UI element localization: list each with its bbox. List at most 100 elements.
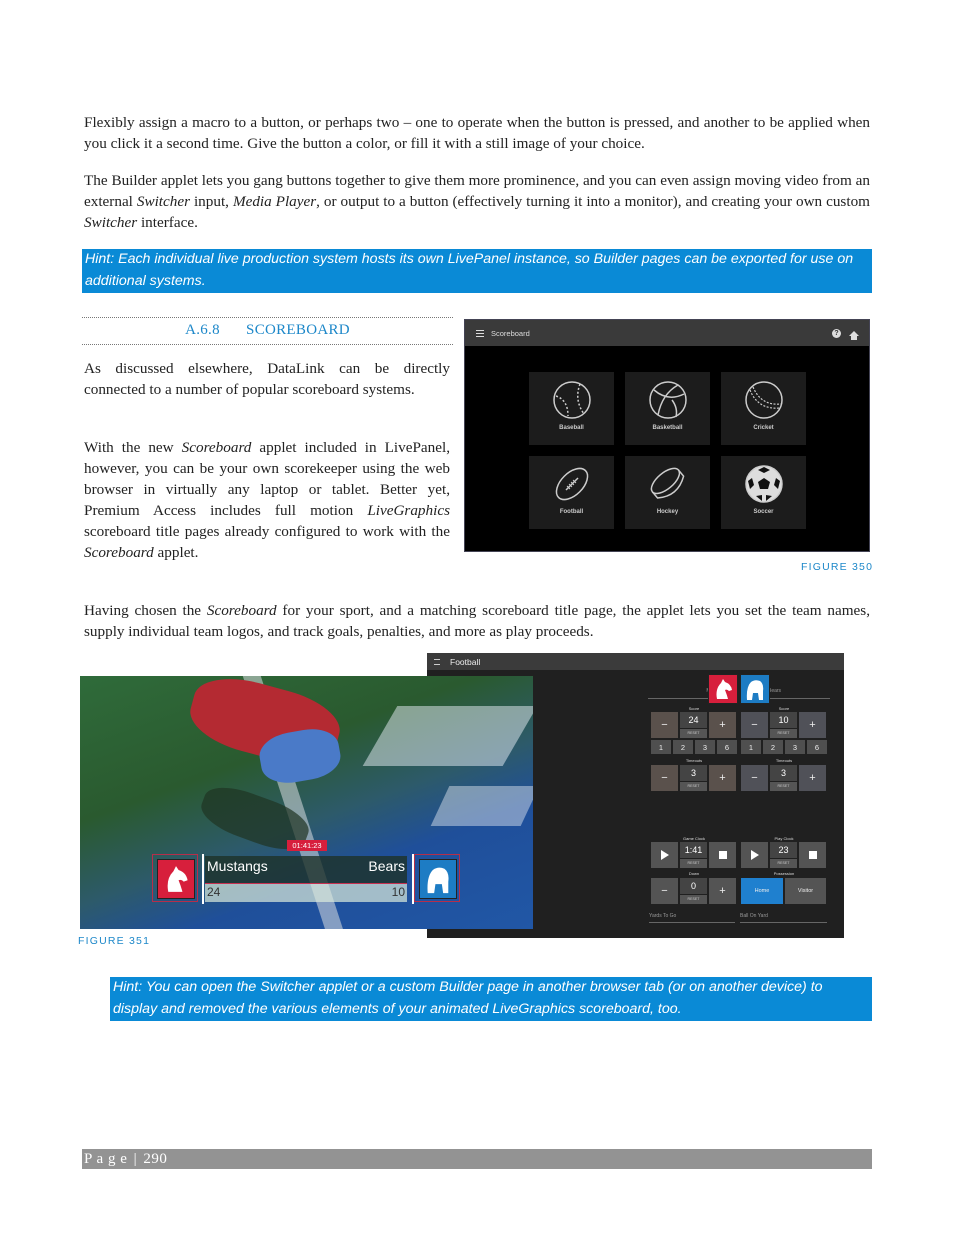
figure-351-caption: FIGURE 351 <box>78 935 151 947</box>
play-clock-play-button[interactable] <box>741 842 768 868</box>
away-team-logo[interactable] <box>740 674 770 704</box>
home-add-3-button[interactable]: 3 <box>695 740 715 754</box>
away-team-name-field[interactable]: Bears <box>768 688 830 699</box>
home-add-1-button[interactable]: 1 <box>651 740 671 754</box>
away-timeouts-plus-button[interactable]: + <box>799 765 826 791</box>
baseball-icon <box>552 381 591 419</box>
play-icon <box>660 850 669 860</box>
text-emphasis: Scoreboard <box>84 544 154 561</box>
play-clock-reset-button[interactable]: RESET <box>770 859 797 868</box>
game-clock-stop-button[interactable] <box>709 842 736 868</box>
home-score-minus-button[interactable]: − <box>651 712 678 738</box>
yards-to-go-field[interactable]: Yards To Go <box>649 913 735 923</box>
page-footer: P a g e | 290 <box>82 1149 872 1169</box>
home-timeouts-value: 3 <box>680 765 707 781</box>
hint-box-builder: Hint: Each individual live production sy… <box>82 249 872 293</box>
scoreboard-applet-screenshot: Scoreboard ? Baseball Basketball Cricket… <box>464 319 870 552</box>
away-add-3-button[interactable]: 3 <box>785 740 805 754</box>
sport-label: Baseball <box>559 425 584 431</box>
down-value: 0 <box>680 878 707 894</box>
sport-grid: Baseball Basketball Cricket Football Hoc… <box>529 372 806 529</box>
scorebug-away-frame <box>414 854 460 902</box>
scorebug-scores-row: 24 10 <box>205 884 407 902</box>
help-icon[interactable]: ? <box>832 328 841 338</box>
scorebug-away-team: Bears <box>368 858 405 874</box>
soccer-ball-icon <box>744 465 783 503</box>
home-score-plus-button[interactable]: + <box>709 712 736 738</box>
sport-tile-cricket[interactable]: Cricket <box>721 372 806 445</box>
down-reset-button[interactable]: RESET <box>680 895 707 904</box>
sport-tile-football[interactable]: Football <box>529 456 614 529</box>
stop-icon <box>718 851 727 859</box>
possession-visitor-button[interactable]: Visitor <box>785 878 826 904</box>
app-header: Scoreboard ? <box>465 320 869 346</box>
down-plus-button[interactable]: + <box>709 878 736 904</box>
away-add-6-button[interactable]: 6 <box>807 740 827 754</box>
page-label: P a g e <box>84 1151 128 1167</box>
scorebug-home-team: Mustangs <box>207 858 268 874</box>
bear-icon <box>427 867 449 894</box>
away-score-minus-button[interactable]: − <box>741 712 768 738</box>
game-clock-play-button[interactable] <box>651 842 678 868</box>
home-team-logo[interactable] <box>708 674 738 704</box>
away-score-value: 10 <box>770 712 797 728</box>
figure-350-caption: FIGURE 350 <box>801 561 874 573</box>
basketball-icon <box>648 381 687 419</box>
scorebug-away-logo <box>419 859 457 899</box>
away-timeouts-reset-button[interactable]: RESET <box>770 782 797 791</box>
intro-paragraph-1: Flexibly assign a macro to a button, or … <box>84 114 870 152</box>
bear-icon <box>746 680 764 700</box>
game-clock-reset-button[interactable]: RESET <box>680 859 707 868</box>
away-score-plus-button[interactable]: + <box>799 712 826 738</box>
sport-tile-soccer[interactable]: Soccer <box>721 456 806 529</box>
down-minus-button[interactable]: − <box>651 878 678 904</box>
away-add-2-button[interactable]: 2 <box>763 740 783 754</box>
sport-label: Football <box>559 509 584 515</box>
horse-head-icon <box>167 866 188 892</box>
scoreboard-paragraph: Having chosen the Scoreboard for your sp… <box>84 600 870 642</box>
play-clock-stop-button[interactable] <box>799 842 826 868</box>
section-paragraph-1: As discussed elsewhere, DataLink can be … <box>84 360 450 398</box>
text: Having chosen the <box>84 602 207 619</box>
section-title: SCOREBOARD <box>246 322 350 338</box>
game-clock-label: Game Clock <box>682 836 705 841</box>
away-add-1-button[interactable]: 1 <box>741 740 761 754</box>
sport-tile-baseball[interactable]: Baseball <box>529 372 614 445</box>
text-emphasis: Switcher <box>84 214 138 231</box>
away-timeouts-minus-button[interactable]: − <box>741 765 768 791</box>
field-marking <box>362 706 533 766</box>
sport-tile-basketball[interactable]: Basketball <box>625 372 710 445</box>
home-icon[interactable] <box>849 330 859 340</box>
menu-icon[interactable] <box>434 658 440 665</box>
text: With the new <box>84 439 182 456</box>
text: input, <box>190 193 233 210</box>
home-timeouts-minus-button[interactable]: − <box>651 765 678 791</box>
home-timeouts-plus-button[interactable]: + <box>709 765 736 791</box>
panel-title: Football <box>450 656 481 667</box>
scorebug-home-frame <box>152 854 198 902</box>
possession-label: Possession <box>773 871 795 876</box>
menu-icon[interactable] <box>476 329 484 337</box>
ball-on-yard-field[interactable]: Ball On Yard <box>740 913 827 923</box>
play-clock-value: 23 <box>770 842 797 858</box>
home-add-2-button[interactable]: 2 <box>673 740 693 754</box>
home-add-6-button[interactable]: 6 <box>717 740 737 754</box>
away-score-reset-button[interactable]: RESET <box>770 729 797 738</box>
home-timeouts-reset-button[interactable]: RESET <box>680 782 707 791</box>
possession-home-button[interactable]: Home <box>741 878 783 904</box>
home-score-reset-button[interactable]: RESET <box>680 729 707 738</box>
field-marking <box>430 786 533 826</box>
text-emphasis: Scoreboard <box>206 602 277 619</box>
sport-tile-hockey[interactable]: Hockey <box>625 456 710 529</box>
app-title: Scoreboard <box>491 328 530 338</box>
hint-box-livegraphics: Hint: You can open the Switcher applet o… <box>110 977 872 1021</box>
scorebug-clock: 01:41:23 <box>287 840 327 851</box>
game-clock-value: 1:41 <box>680 842 707 858</box>
play-clock-label: Play Clock <box>774 836 794 841</box>
home-score-label: Score <box>688 706 700 711</box>
home-score-value: 24 <box>680 712 707 728</box>
sport-label: Basketball <box>652 425 683 431</box>
play-icon <box>750 850 759 860</box>
sport-label: Cricket <box>753 425 774 431</box>
text: interface. <box>137 214 198 231</box>
